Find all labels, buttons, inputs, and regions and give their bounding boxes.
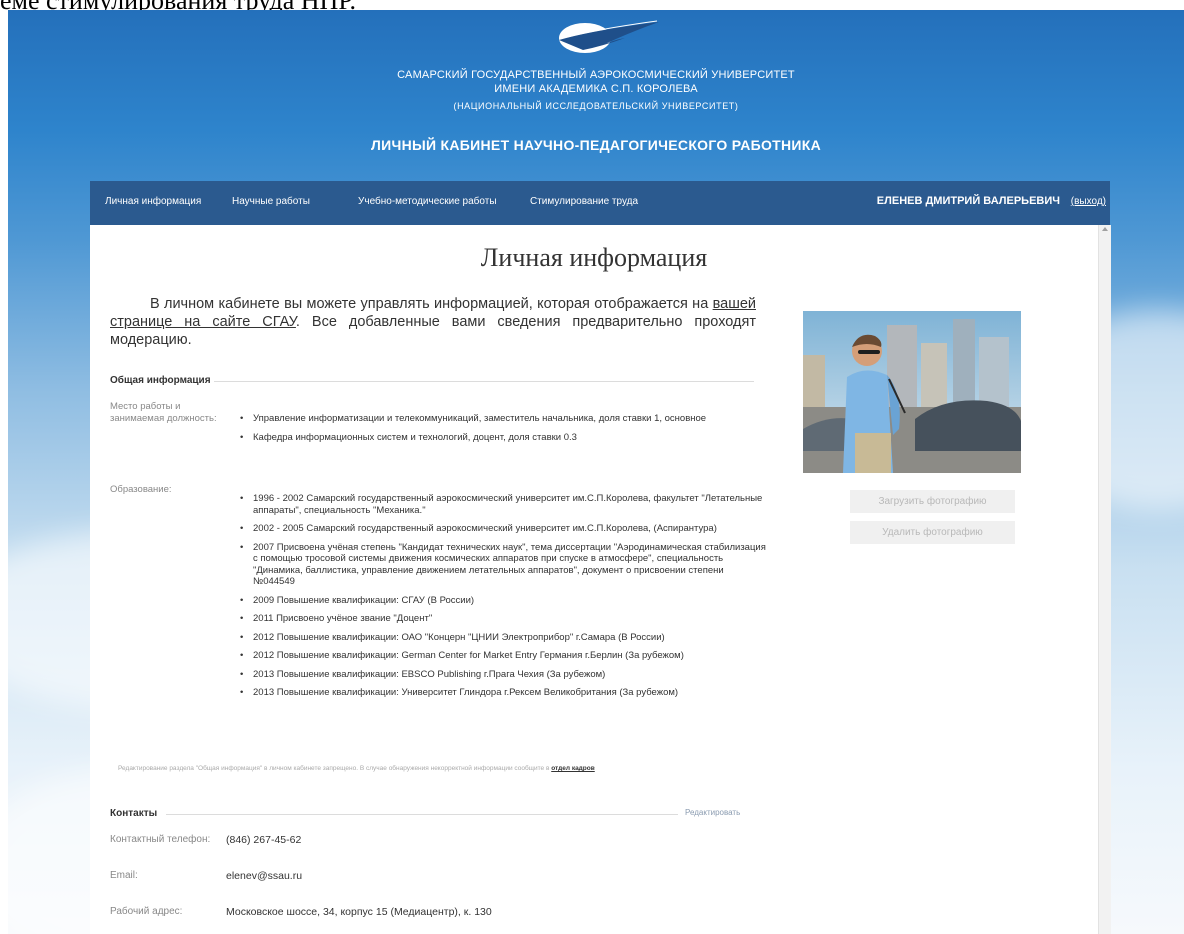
nav-teaching-works[interactable]: Учебно-методические работы	[358, 196, 497, 207]
edit-restriction-notice: Редактирование раздела "Общая информация…	[118, 765, 595, 772]
list-item: 1996 - 2002 Самарский государственный аэ…	[237, 493, 767, 516]
work-position-label: Место работы и занимаемая должность:	[110, 401, 217, 424]
university-name-line-1: САМАРСКИЙ ГОСУДАРСТВЕННЫЙ АЭРОКОСМИЧЕСКИ…	[397, 69, 795, 81]
list-item: 2009 Повышение квалификации: СГАУ (В Рос…	[237, 595, 767, 607]
section-divider	[214, 381, 754, 382]
university-status: (НАЦИОНАЛЬНЫЙ ИССЛЕДОВАТЕЛЬСКИЙ УНИВЕРСИ…	[453, 101, 739, 111]
hr-department-link[interactable]: отдел кадров	[551, 765, 595, 772]
main-content: Личная информация В личном кабинете вы м…	[90, 225, 1098, 934]
list-item: 2012 Повышение квалификации: ОАО "Концер…	[237, 632, 767, 644]
list-item: 2011 Присвоено учёное звание "Доцент"	[237, 613, 767, 625]
nav-work-incentives[interactable]: Стимулирование труда	[530, 196, 638, 207]
upload-photo-button[interactable]: Загрузить фотографию	[850, 490, 1015, 513]
nav-scientific-works[interactable]: Научные работы	[232, 196, 310, 207]
delete-photo-button[interactable]: Удалить фотографию	[850, 521, 1015, 544]
edit-contacts-link[interactable]: Редактировать	[685, 808, 740, 817]
university-name-line-2: ИМЕНИ АКАДЕМИКА С.П. КОРОЛЕВА	[494, 83, 698, 95]
list-item: 2007 Присвоена учёная степень "Кандидат …	[237, 542, 767, 588]
profile-photo-image	[803, 311, 1021, 473]
list-item: 2013 Повышение квалификации: Университет…	[237, 687, 767, 699]
scroll-up-arrow-icon[interactable]	[1102, 227, 1108, 231]
user-name: ЕЛЕНЕВ ДМИТРИЙ ВАЛЕРЬЕВИЧ	[876, 195, 1060, 207]
section-divider	[166, 814, 678, 815]
main-navbar: Личная информация Научные работы Учебно-…	[90, 181, 1110, 225]
address-value: Московское шоссе, 34, корпус 15 (Медиаце…	[226, 906, 492, 918]
address-label: Рабочий адрес:	[110, 906, 183, 917]
list-item: Кафедра информационных систем и технолог…	[237, 432, 767, 444]
site-header: САМАРСКИЙ ГОСУДАРСТВЕННЫЙ АЭРОКОСМИЧЕСКИ…	[8, 10, 1184, 180]
email-label: Email:	[110, 870, 138, 881]
intro-text-part: В личном кабинете вы можете управлять ин…	[150, 296, 713, 312]
general-info-heading: Общая информация	[110, 375, 211, 386]
page-scrollbar[interactable]	[1098, 225, 1111, 934]
university-logo	[559, 20, 659, 53]
email-value: elenev@ssau.ru	[226, 870, 303, 882]
list-item: Управление информатизации и телекоммуник…	[237, 413, 767, 425]
profile-photo	[803, 311, 1021, 473]
list-item: 2012 Повышение квалификации: German Cent…	[237, 650, 767, 662]
education-label: Образование:	[110, 484, 172, 495]
cabinet-title: ЛИЧНЫЙ КАБИНЕТ НАУЧНО-ПЕДАГОГИЧЕСКОГО РА…	[370, 137, 822, 153]
page-title: Личная информация	[480, 243, 708, 272]
nav-personal-info[interactable]: Личная информация	[105, 196, 201, 207]
logout-link[interactable]: (выход)	[1071, 196, 1106, 207]
browser-screenshot: САМАРСКИЙ ГОСУДАРСТВЕННЫЙ АЭРОКОСМИЧЕСКИ…	[8, 10, 1184, 934]
phone-label: Контактный телефон:	[110, 834, 211, 845]
contacts-heading: Контакты	[110, 808, 158, 819]
list-item: 2002 - 2005 Самарский государственный аэ…	[237, 523, 767, 535]
education-list: 1996 - 2002 Самарский государственный аэ…	[237, 493, 767, 699]
phone-value: (846) 267-45-62	[226, 834, 302, 846]
notice-text: Редактирование раздела "Общая информация…	[118, 765, 552, 772]
intro-text: В личном кабинете вы можете управлять ин…	[110, 295, 756, 349]
list-item: 2013 Повышение квалификации: EBSCO Publi…	[237, 669, 767, 681]
work-position-list: Управление информатизации и телекоммуник…	[237, 413, 767, 443]
